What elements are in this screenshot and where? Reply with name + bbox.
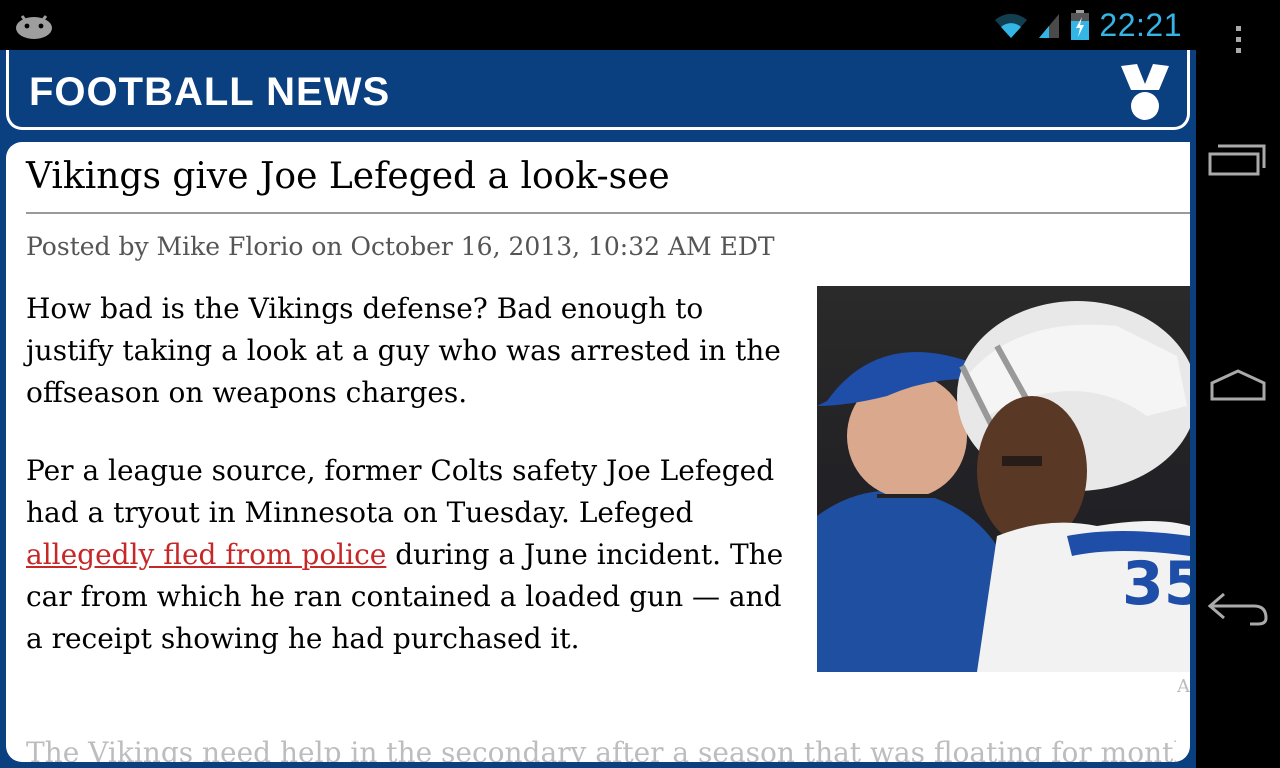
article-title: Vikings give Joe Lefeged a look-see xyxy=(26,156,670,197)
photo-caption: A xyxy=(1177,676,1190,697)
navigation-bar xyxy=(1196,0,1280,768)
jersey-number: 35 xyxy=(1122,549,1190,619)
paragraph-1: How bad is the Vikings defense? Bad enou… xyxy=(26,292,781,409)
back-button[interactable] xyxy=(1196,585,1280,631)
battery-charging-icon xyxy=(1071,10,1090,40)
title-divider xyxy=(26,212,1190,214)
police-link[interactable]: allegedly fled from police xyxy=(26,538,386,571)
article-photo[interactable]: 35 xyxy=(817,286,1190,672)
signal-icon xyxy=(1039,14,1060,38)
back-icon xyxy=(1207,592,1268,626)
app-header: FOOTBALL NEWS xyxy=(6,50,1190,130)
paragraph-2-start: Per a league source, former Colts safety… xyxy=(26,454,775,529)
home-icon xyxy=(1210,369,1266,401)
android-icon xyxy=(16,15,52,39)
paragraph-2: Per a league source, former Colts safety… xyxy=(26,450,796,660)
article-body: How bad is the Vikings defense? Bad enou… xyxy=(26,288,796,696)
home-button[interactable] xyxy=(1196,360,1280,410)
wifi-icon xyxy=(995,13,1028,38)
app-container: FOOTBALL NEWS Vikings give Joe Lefeged a… xyxy=(0,50,1196,768)
article-byline: Posted by Mike Florio on October 16, 201… xyxy=(26,232,775,261)
article-card: Vikings give Joe Lefeged a look-see Post… xyxy=(6,142,1190,762)
clock: 22:21 xyxy=(1099,6,1182,43)
app-title: FOOTBALL NEWS xyxy=(29,70,391,114)
recent-apps-icon xyxy=(1208,144,1266,176)
status-bar: 22:21 xyxy=(0,0,1196,50)
next-paragraph-cutoff: The Vikings need help in the secondary a… xyxy=(26,736,1176,762)
overflow-menu-icon xyxy=(1236,26,1241,53)
shield-logo-icon[interactable] xyxy=(1117,60,1173,122)
recent-apps-button[interactable] xyxy=(1196,135,1280,185)
status-icons: 22:21 xyxy=(993,0,1182,50)
overflow-menu-button[interactable] xyxy=(1196,18,1280,62)
